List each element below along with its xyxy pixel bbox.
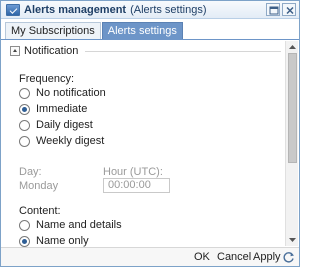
radio-button-selected[interactable] <box>19 103 30 115</box>
content-label: Content: <box>19 205 61 217</box>
frequency-option-daily-digest[interactable]: Daily digest <box>19 119 93 131</box>
tab-divider <box>1 39 299 40</box>
tab-my-subscriptions[interactable]: My Subscriptions <box>5 22 101 39</box>
frequency-option-weekly-digest[interactable]: Weekly digest <box>19 135 104 147</box>
radio-button-selected[interactable] <box>19 235 30 247</box>
option-label: No notification <box>36 87 106 99</box>
refresh-icon[interactable] <box>282 251 295 264</box>
option-label: Weekly digest <box>36 135 105 147</box>
frequency-option-no-notification[interactable]: No notification <box>19 87 106 99</box>
close-button[interactable] <box>282 3 296 16</box>
section-title: Notification <box>24 45 79 57</box>
tab-bar: My Subscriptions Alerts settings <box>5 22 183 39</box>
settings-panel: Notification Frequency: No notification … <box>5 41 285 247</box>
option-label: Name and details <box>36 219 122 231</box>
radio-button[interactable] <box>19 119 30 131</box>
day-value: Monday <box>19 180 59 192</box>
close-icon <box>286 6 294 15</box>
option-label: Name only <box>36 235 89 247</box>
ok-button[interactable]: OK <box>194 251 210 263</box>
radio-button[interactable] <box>19 219 30 231</box>
content-option-name-and-details[interactable]: Name and details <box>19 219 122 231</box>
scroll-down-icon[interactable] <box>287 234 298 245</box>
frequency-label: Frequency: <box>19 73 75 85</box>
cancel-button[interactable]: Cancel <box>217 251 251 263</box>
vertical-scrollbar[interactable] <box>285 41 298 246</box>
content-option-name-only[interactable]: Name only <box>19 235 89 247</box>
restore-button[interactable] <box>266 3 280 16</box>
titlebar: Alerts management (Alerts settings) <box>1 1 299 19</box>
scrollbar-thumb[interactable] <box>288 53 297 163</box>
notification-section-header[interactable]: Notification <box>10 45 78 57</box>
alert-check-icon <box>6 3 20 16</box>
window-controls <box>266 3 296 16</box>
hour-input[interactable]: 00:00:00 <box>103 178 170 193</box>
day-label: Day: <box>19 166 42 178</box>
hour-label: Hour (UTC): <box>103 166 163 178</box>
radio-button[interactable] <box>19 135 30 147</box>
alerts-dialog: Alerts management (Alerts settings) My S… <box>0 0 300 267</box>
dialog-footer: OK Cancel Apply <box>1 247 299 266</box>
option-label: Immediate <box>36 103 88 115</box>
scroll-up-icon[interactable] <box>287 42 298 53</box>
restore-icon <box>269 6 279 15</box>
radio-button[interactable] <box>19 87 30 99</box>
frequency-option-immediate[interactable]: Immediate <box>19 103 87 115</box>
section-divider <box>85 51 281 52</box>
tab-alerts-settings[interactable]: Alerts settings <box>101 22 183 39</box>
window-subtitle: (Alerts settings) <box>130 3 207 16</box>
window-title: Alerts management <box>24 3 127 16</box>
option-label: Daily digest <box>36 119 93 131</box>
apply-button[interactable]: Apply <box>253 251 281 263</box>
collapse-icon[interactable] <box>10 46 20 56</box>
